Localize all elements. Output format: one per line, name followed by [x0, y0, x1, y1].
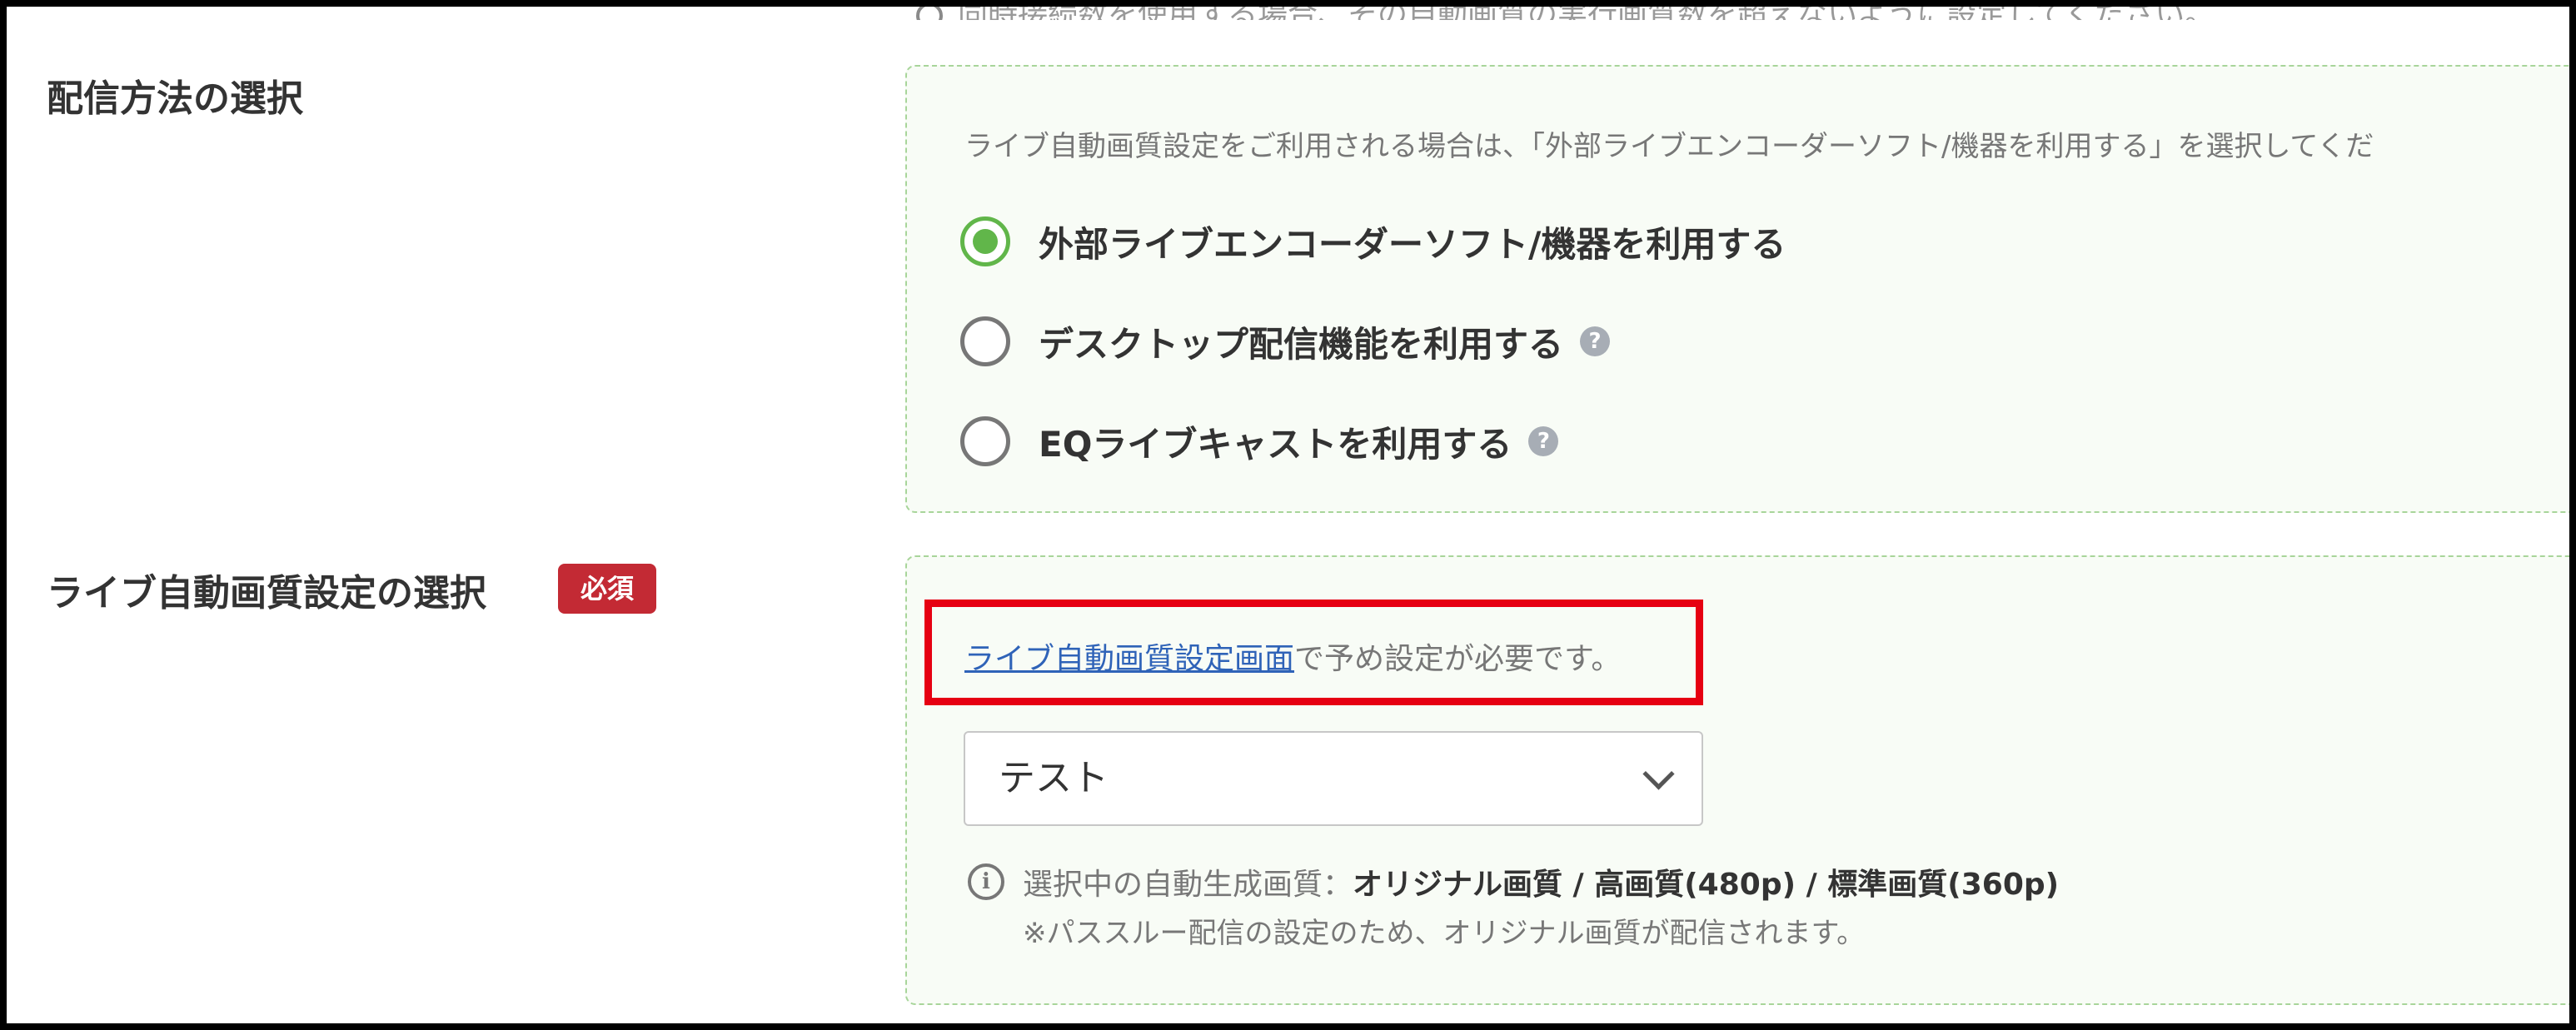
- radio-option-desktop[interactable]: デスクトップ配信機能を利用する ?: [960, 315, 1611, 368]
- quality-info-label: 選択中の自動生成画質：: [1023, 868, 1353, 902]
- radio-label-desktop[interactable]: デスクトップ配信機能を利用する: [1039, 316, 1563, 367]
- truncated-top-note-text: 同時接続数を使用する場合、その自動画質の実行画質数を超えないように設定してくださ…: [958, 0, 2215, 20]
- quality-info-row: i 選択中の自動生成画質： オリジナル画質 / 高画質(480p) / 標準画質…: [968, 860, 2059, 903]
- radio-checked-icon[interactable]: [960, 216, 1010, 266]
- auto-quality-select-value: テスト: [999, 757, 1109, 799]
- delivery-method-label: 配信方法の選択: [47, 77, 303, 120]
- delivery-method-note: ライブ自動画質設定をご利用される場合は、「外部ライブエンコーダーソフト/機器を利…: [964, 130, 2374, 163]
- radio-option-eq-livecast[interactable]: EQライブキャストを利用する ?: [960, 415, 1559, 468]
- radio-unchecked-icon[interactable]: [960, 316, 1010, 366]
- auto-quality-label: ライブ自動画質設定の選択: [47, 572, 486, 615]
- help-icon[interactable]: ?: [1528, 426, 1559, 456]
- chevron-down-icon: [1642, 758, 1675, 790]
- help-icon[interactable]: ?: [1580, 326, 1611, 356]
- required-badge: 必須: [558, 564, 656, 614]
- radio-label-eq-livecast[interactable]: EQライブキャストを利用する: [1039, 416, 1512, 467]
- radio-option-external-encoder[interactable]: 外部ライブエンコーダーソフト/機器を利用する: [960, 215, 1786, 268]
- radio-unchecked-icon[interactable]: [960, 416, 1010, 466]
- highlight-annotation-box: [924, 600, 1703, 705]
- info-icon: i: [968, 863, 1004, 900]
- truncated-top-note: 同時接続数を使用する場合、その自動画質の実行画質数を超えないように設定してくださ…: [916, 0, 2415, 20]
- radio-partial-icon: [916, 2, 943, 20]
- auto-quality-select[interactable]: テスト: [964, 731, 1703, 826]
- passthrough-note: ※パススルー配信の設定のため、オリジナル画質が配信されます。: [1023, 917, 1866, 950]
- quality-info-value: オリジナル画質 / 高画質(480p) / 標準画質(360p): [1353, 868, 2060, 902]
- radio-label-external-encoder[interactable]: 外部ライブエンコーダーソフト/機器を利用する: [1039, 216, 1786, 267]
